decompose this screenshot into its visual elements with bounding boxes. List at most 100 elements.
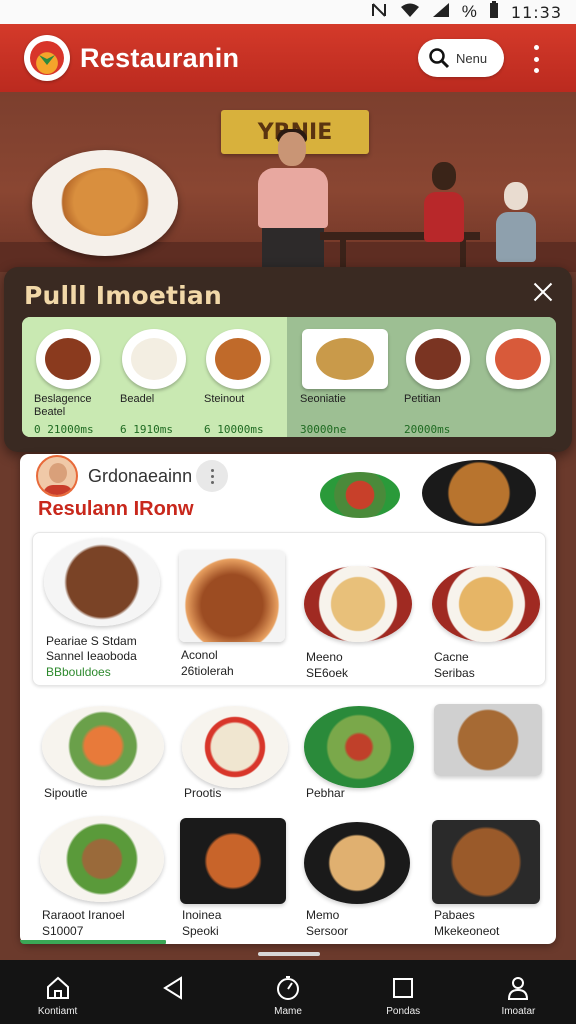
nav-label: Mame (274, 1006, 302, 1017)
featured-item[interactable]: Petitian 20000ms (398, 323, 490, 436)
menu-item[interactable]: Sipoutle (42, 706, 164, 806)
menu-item[interactable]: Meeno SE6oek (304, 566, 422, 686)
nav-back[interactable] (115, 960, 230, 1024)
status-time: 11:33 (510, 2, 562, 22)
dish-image (180, 818, 286, 904)
menu-item-name: Aconol (181, 648, 218, 662)
dish-image (179, 550, 285, 642)
menu-item-name: Memo (306, 908, 340, 922)
dish-image (42, 706, 164, 786)
menu-item[interactable]: Cacne Seribas (432, 566, 550, 686)
menu-item-name: Sipoutle (44, 786, 88, 800)
search-button[interactable]: Nenu (418, 39, 504, 77)
menu-item[interactable] (434, 704, 552, 804)
scroll-progress (20, 940, 166, 944)
gesture-handle[interactable] (258, 952, 320, 956)
menu-item[interactable]: Prootis (182, 706, 300, 806)
dish-image (304, 706, 414, 788)
nav-timer[interactable]: Mame (230, 960, 345, 1024)
menu-item-name: Pebhar (306, 786, 345, 800)
battery-label: % (461, 2, 477, 21)
nav-recents[interactable]: Pondas (346, 960, 461, 1024)
menu-item-subtitle: Sersoor (306, 924, 349, 938)
header-dish-image (320, 472, 400, 518)
app-bar: Restauranin Nenu (0, 24, 576, 92)
nav-label: Kontiamt (37, 1006, 78, 1017)
menu-item-subtitle: Seribas (434, 666, 475, 680)
square-icon (393, 978, 414, 998)
featured-item[interactable]: Seoniatie 30000ne (294, 323, 388, 436)
search-icon (429, 48, 450, 69)
menu-item-name: Inoinea (182, 908, 222, 922)
avatar[interactable] (36, 455, 78, 497)
dish-image (434, 704, 542, 776)
popup-title: Pulll Imoetian (24, 281, 223, 310)
menu-item-name: Prootis (184, 786, 222, 800)
dish-image (182, 706, 288, 788)
featured-dish-image[interactable] (478, 323, 570, 433)
menu-item-subtitle: SE6oek (306, 666, 349, 680)
dish-color (215, 338, 261, 380)
close-icon[interactable] (530, 279, 556, 305)
hero-banner: YRNIE (0, 92, 576, 272)
menu-item[interactable]: Pebhar (304, 706, 422, 806)
dish-color (316, 338, 374, 380)
dish-image (406, 329, 470, 389)
nav-home[interactable]: Kontiamt (0, 960, 115, 1024)
dish-image (44, 538, 160, 626)
menu-item[interactable]: Inoinea Speoki (180, 818, 298, 940)
overflow-menu-icon[interactable] (528, 45, 544, 73)
featured-item-price: 20000ms (404, 423, 451, 436)
dish-image (304, 822, 410, 904)
featured-item-price: 6 10000ms (204, 423, 264, 436)
dish-color (45, 338, 91, 380)
featured-item-name: Petitian (404, 393, 441, 405)
dish-color (131, 338, 177, 380)
dish-image (432, 820, 540, 904)
header-dish-image (422, 460, 536, 526)
dish-image (432, 566, 540, 642)
nav-label: Pondas (386, 1006, 421, 1017)
featured-item[interactable]: Steinout 6 10000ms (198, 323, 290, 436)
featured-popup: Pulll Imoetian Beslagence Beatel 0 21000… (4, 267, 572, 452)
menu-item-subtitle: Sannel Ieaoboda (46, 649, 137, 663)
featured-item-price: 0 21000ms (34, 423, 94, 436)
wifi-icon (400, 2, 420, 23)
menu-item[interactable]: Aconol 26tiolerah (179, 550, 297, 690)
menu-item[interactable]: Raraoot Iranoel S10007 (40, 816, 164, 938)
featured-item-name: Seoniatie (300, 393, 346, 405)
dish-image (40, 816, 164, 902)
home-icon (46, 976, 69, 999)
dish-image (302, 329, 388, 389)
featured-item[interactable]: Beslagence Beatel 0 21000ms (28, 323, 120, 436)
menu-item-subtitle: 26tiolerah (181, 664, 234, 678)
menu-item-name: Cacne (434, 650, 469, 664)
menu-item[interactable]: Peariae S Stdam Sannel Ieaoboda BBbouldo… (44, 538, 162, 688)
featured-item-price: 6 1910ms (120, 423, 173, 436)
menu-item[interactable]: Pabaes Mkekeoneot (432, 820, 550, 938)
featured-item-price: 30000ne (300, 423, 347, 436)
battery-icon (489, 0, 499, 24)
search-label: Nenu (456, 50, 488, 66)
dish-image (304, 566, 412, 642)
menu-item-tag: BBbouldoes (46, 665, 111, 679)
menu-item-subtitle: Mkekeoneot (434, 924, 500, 938)
menu-item[interactable]: Memo Sersoor (304, 822, 422, 940)
waiter-figure (252, 129, 332, 272)
dish-image (206, 329, 270, 389)
timer-icon (277, 976, 299, 1000)
user-name: Grdonaeainn (88, 466, 193, 486)
dish-image (36, 329, 100, 389)
diner-figure (496, 182, 536, 272)
diner-figure (424, 162, 464, 252)
nav-profile[interactable]: Imoatar (461, 960, 576, 1024)
menu-item-name: Meeno (306, 650, 343, 664)
featured-item-name: Steinout (204, 393, 245, 405)
menu-sheet: Grdonaeainn Resulann IRonw Peariae S Std… (20, 454, 556, 944)
featured-item[interactable]: Beadel 6 1910ms (114, 323, 206, 436)
nav-label: Imoatar (501, 1006, 536, 1017)
profile-icon (508, 977, 529, 1000)
back-icon (162, 976, 182, 1000)
app-logo[interactable] (24, 35, 70, 81)
more-options-icon[interactable] (196, 460, 228, 492)
